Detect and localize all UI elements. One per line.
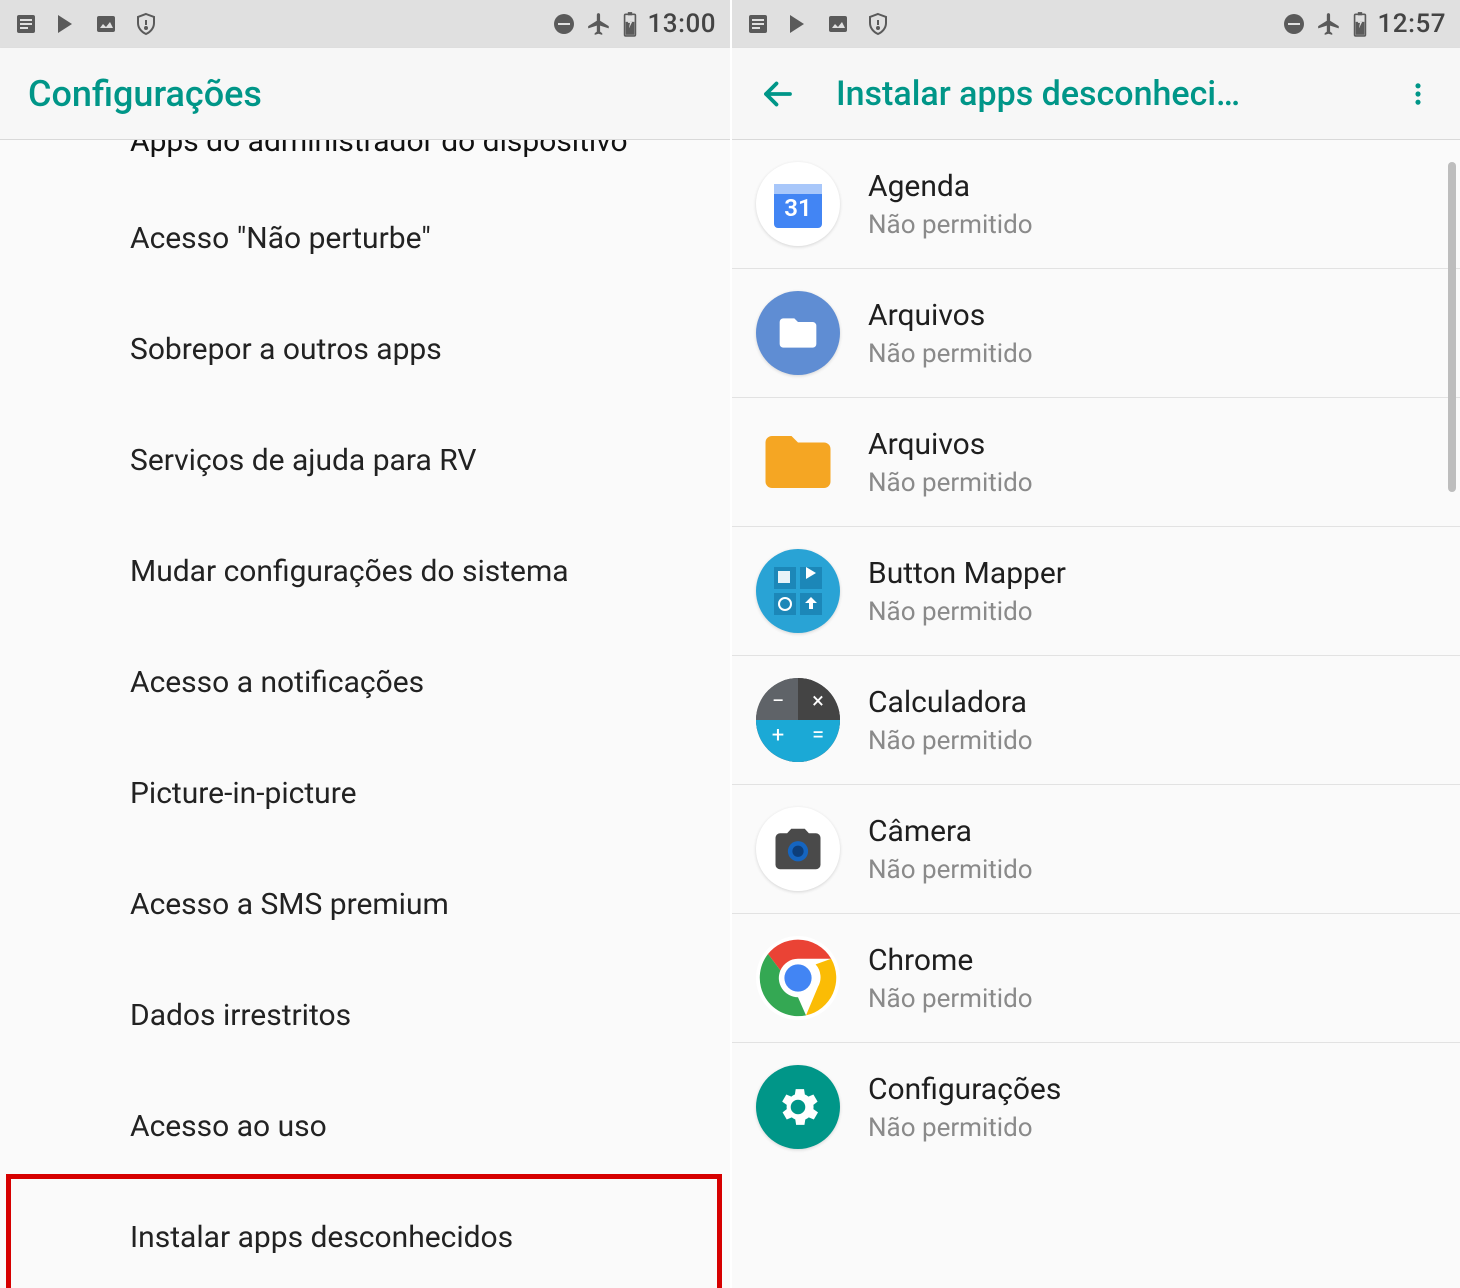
chrome-icon <box>756 936 840 1020</box>
svg-text:×: × <box>812 689 824 714</box>
app-status: Não permitido <box>868 339 1033 369</box>
app-name: Button Mapper <box>868 556 1066 591</box>
settings-item-vr-helper[interactable]: Serviços de ajuda para RV <box>0 405 730 516</box>
settings-item-dnd-access[interactable]: Acesso "Não perturbe" <box>0 183 730 294</box>
airplane-icon <box>1316 11 1342 37</box>
more-button[interactable] <box>1404 80 1432 108</box>
status-time: 13:00 <box>648 9 716 39</box>
app-row-button-mapper[interactable]: Button Mapper Não permitido <box>732 527 1460 656</box>
app-row-arquivos-blue[interactable]: Arquivos Não permitido <box>732 269 1460 398</box>
shield-icon <box>866 12 890 36</box>
gear-icon <box>756 1065 840 1149</box>
notification-icon <box>14 12 38 36</box>
app-name: Configurações <box>868 1072 1061 1107</box>
airplane-icon <box>586 11 612 37</box>
app-name: Arquivos <box>868 427 1033 462</box>
app-status: Não permitido <box>868 855 1033 885</box>
scroll-indicator[interactable] <box>1448 162 1456 492</box>
settings-item-usage-access[interactable]: Acesso ao uso <box>0 1071 730 1182</box>
app-row-configuracoes[interactable]: Configurações Não permitido <box>732 1043 1460 1171</box>
app-bar: Instalar apps desconheci… <box>732 48 1460 140</box>
app-row-camera[interactable]: Câmera Não permitido <box>732 785 1460 914</box>
app-name: Agenda <box>868 169 1033 204</box>
svg-text:=: = <box>812 723 824 748</box>
app-status: Não permitido <box>868 468 1033 498</box>
folder-blue-icon <box>756 291 840 375</box>
calculator-icon: − × + = <box>756 678 840 762</box>
settings-item-system-settings[interactable]: Mudar configurações do sistema <box>0 516 730 627</box>
svg-text:+: + <box>772 723 784 748</box>
settings-item-premium-sms[interactable]: Acesso a SMS premium <box>0 849 730 960</box>
settings-item-pip[interactable]: Picture-in-picture <box>0 738 730 849</box>
app-row-arquivos-orange[interactable]: Arquivos Não permitido <box>732 398 1460 527</box>
gallery-icon <box>826 12 850 36</box>
dnd-icon <box>1282 12 1306 36</box>
svg-text:−: − <box>772 689 785 714</box>
screen-install-unknown-apps: 12:57 Instalar apps desconheci… 31 Agend… <box>730 0 1460 1288</box>
app-status: Não permitido <box>868 984 1033 1014</box>
app-name: Câmera <box>868 814 1033 849</box>
battery-icon <box>1352 11 1368 37</box>
settings-item-install-unknown-apps[interactable]: Instalar apps desconhecidos <box>0 1182 730 1288</box>
notification-icon <box>746 12 770 36</box>
back-button[interactable] <box>760 76 796 112</box>
settings-item-admin-apps[interactable]: Apps do administrador do dispositivo <box>0 140 730 183</box>
button-mapper-icon <box>756 549 840 633</box>
app-status: Não permitido <box>868 726 1033 756</box>
status-bar: 12:57 <box>732 0 1460 48</box>
app-name: Chrome <box>868 943 1033 978</box>
app-bar: Configurações <box>0 48 730 140</box>
shield-icon <box>134 12 158 36</box>
status-time: 12:57 <box>1378 9 1446 39</box>
settings-list[interactable]: Apps do administrador do dispositivo Ace… <box>0 140 730 1288</box>
settings-item-unrestricted-data[interactable]: Dados irrestritos <box>0 960 730 1071</box>
settings-item-overlay[interactable]: Sobrepor a outros apps <box>0 294 730 405</box>
status-bar: 13:00 <box>0 0 730 48</box>
play-store-icon <box>786 12 810 36</box>
app-status: Não permitido <box>868 1113 1061 1143</box>
app-row-chrome[interactable]: Chrome Não permitido <box>732 914 1460 1043</box>
svg-text:31: 31 <box>784 194 811 222</box>
page-title: Configurações <box>28 73 262 115</box>
dnd-icon <box>552 12 576 36</box>
apps-list[interactable]: 31 Agenda Não permitido Arquivos Não per… <box>732 140 1460 1288</box>
settings-item-notification-access[interactable]: Acesso a notificações <box>0 627 730 738</box>
screen-settings: 13:00 Configurações Apps do administrado… <box>0 0 730 1288</box>
app-name: Arquivos <box>868 298 1033 333</box>
app-row-agenda[interactable]: 31 Agenda Não permitido <box>732 140 1460 269</box>
folder-orange-icon <box>756 420 840 504</box>
page-title: Instalar apps desconheci… <box>836 74 1240 114</box>
battery-icon <box>622 11 638 37</box>
app-row-calculadora[interactable]: − × + = Calculadora Não permitido <box>732 656 1460 785</box>
play-store-icon <box>54 12 78 36</box>
camera-icon <box>756 807 840 891</box>
gallery-icon <box>94 12 118 36</box>
app-name: Calculadora <box>868 685 1033 720</box>
calendar-icon: 31 <box>756 162 840 246</box>
app-status: Não permitido <box>868 597 1066 627</box>
app-status: Não permitido <box>868 210 1033 240</box>
